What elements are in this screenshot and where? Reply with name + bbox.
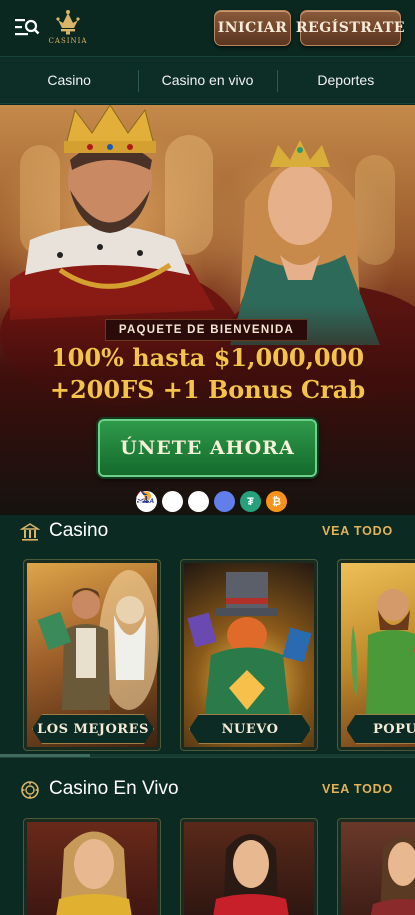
dealer-blonde-art (56, 831, 132, 915)
tab-casino[interactable]: Casino (0, 57, 138, 103)
casino-view-all-link[interactable]: VEA TODO (322, 524, 393, 538)
crown-logo-icon (56, 10, 80, 35)
live-dealer-card-3[interactable] (337, 818, 415, 915)
join-now-button[interactable]: ÚNETE AHORA (98, 419, 317, 477)
live-casino-section-header: Casino En Vivo VEA TODO (0, 775, 415, 805)
game-card-top[interactable]: LOS MEJORES (23, 559, 161, 751)
tab-deportes[interactable]: Deportes (276, 57, 415, 103)
main-nav: Casino Casino en vivo Deportes (0, 56, 415, 104)
ethereum-icon (136, 491, 235, 512)
live-casino-view-all-link[interactable]: VEA TODO (322, 782, 393, 796)
bank-icon (137, 491, 209, 512)
casino-chip-icon (21, 781, 39, 799)
bitcoin-icon: ₿ (266, 491, 287, 512)
promo-headline: 100% hasta $1,000,000 (50, 343, 365, 372)
live-dealer-card-2[interactable] (180, 818, 318, 915)
card-label-new: NUEVO (189, 714, 311, 744)
promo-subheadline: +200FS +1 Bonus Crab (49, 375, 366, 404)
tab-casino-en-vivo[interactable]: Casino en vivo (138, 57, 276, 103)
page: CASINIA INICIAR REGÍSTRATE Casino Casino… (0, 0, 415, 915)
menu-search-icon (15, 19, 40, 36)
tether-icon: ₮ (240, 491, 261, 512)
casino-section-header: Casino VEA TODO (0, 517, 415, 547)
login-button[interactable]: INICIAR (214, 10, 291, 46)
live-dealer-card-1[interactable] (23, 818, 161, 915)
top-header: CASINIA INICIAR REGÍSTRATE (0, 0, 415, 56)
dealer-brunette-art (213, 834, 289, 915)
card-label-popular: POPULAR (346, 714, 415, 744)
dealer-third-art (370, 836, 415, 915)
casino-section-title: Casino (49, 520, 109, 541)
register-button[interactable]: REGÍSTRATE (296, 10, 405, 46)
game-card-popular[interactable]: POPULAR (337, 559, 415, 751)
payment-methods: VISA ₮ ₿ (136, 491, 287, 512)
welcome-package-badge: PAQUETE DE BIENVENIDA (105, 319, 308, 341)
mastercard-icon (137, 491, 183, 512)
casino-building-icon (20, 523, 40, 541)
welcome-banner[interactable]: PAQUETE DE BIENVENIDA 100% hasta $1,000,… (0, 105, 415, 515)
card-label-top: LOS MEJORES (32, 714, 154, 744)
menu-search-button[interactable] (14, 16, 40, 38)
section-divider (0, 757, 415, 758)
logo-text: CASINIA (48, 37, 88, 45)
live-casino-section-title: Casino En Vivo (49, 778, 179, 799)
casinia-logo[interactable]: CASINIA (48, 8, 88, 48)
game-card-new[interactable]: NUEVO (180, 559, 318, 751)
